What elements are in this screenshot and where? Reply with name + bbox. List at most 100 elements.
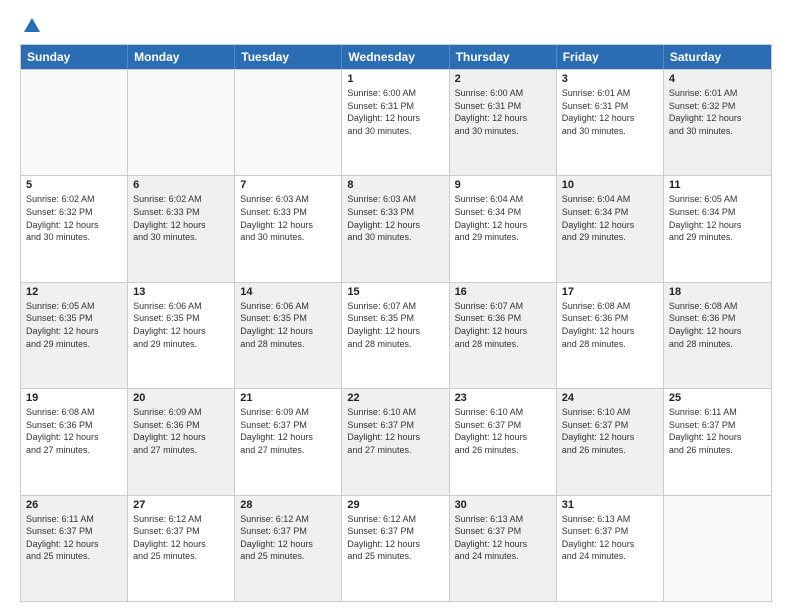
day-cell-24: 24 Sunrise: 6:10 AM Sunset: 6:37 PM Dayli… [557, 389, 664, 494]
day-cell-19: 19 Sunrise: 6:08 AM Sunset: 6:36 PM Dayli… [21, 389, 128, 494]
day-number: 27 [133, 499, 229, 511]
day-cell-14: 14 Sunrise: 6:06 AM Sunset: 6:35 PM Dayli… [235, 283, 342, 388]
day-cell-empty [664, 496, 771, 601]
day-number: 8 [347, 179, 443, 191]
day-info: Sunrise: 6:06 AM Sunset: 6:35 PM Dayligh… [133, 300, 229, 350]
logo-icon [22, 16, 42, 36]
day-info: Sunrise: 6:02 AM Sunset: 6:33 PM Dayligh… [133, 193, 229, 243]
day-cell-22: 22Sunrise: 6:10 AM Sunset: 6:37 PM Dayli… [342, 389, 449, 494]
day-number: 24 [562, 392, 658, 404]
day-cell-13: 13Sunrise: 6:06 AM Sunset: 6:35 PM Dayli… [128, 283, 235, 388]
calendar-body: 1 Sunrise: 6:00 AM Sunset: 6:31 PM Daylig… [21, 69, 771, 601]
day-cell-27: 27 Sunrise: 6:12 AM Sunset: 6:37 PM Dayli… [128, 496, 235, 601]
day-number: 30 [455, 499, 551, 511]
day-info: Sunrise: 6:12 AM Sunset: 6:37 PM Dayligh… [347, 513, 443, 563]
day-cell-9: 9 Sunrise: 6:04 AM Sunset: 6:34 PM Daylig… [450, 176, 557, 281]
day-info: Sunrise: 6:01 AM Sunset: 6:31 PM Dayligh… [562, 87, 658, 137]
day-number: 23 [455, 392, 551, 404]
day-cell-31: 31 Sunrise: 6:13 AM Sunset: 6:37 PM Dayli… [557, 496, 664, 601]
day-number: 28 [240, 499, 336, 511]
day-cell-29: 29 Sunrise: 6:12 AM Sunset: 6:37 PM Dayli… [342, 496, 449, 601]
header [20, 16, 772, 36]
day-info: Sunrise: 6:03 AM Sunset: 6:33 PM Dayligh… [240, 193, 336, 243]
day-cell-30: 30 Sunrise: 6:13 AM Sunset: 6:37 PM Dayli… [450, 496, 557, 601]
day-number: 14 [240, 286, 336, 298]
day-cell-26: 26Sunrise: 6:11 AM Sunset: 6:37 PM Dayli… [21, 496, 128, 601]
header-day-friday: Friday [557, 45, 664, 69]
day-cell-8: 8 Sunrise: 6:03 AM Sunset: 6:33 PM Daylig… [342, 176, 449, 281]
day-number: 12 [26, 286, 122, 298]
day-cell-17: 17 Sunrise: 6:08 AM Sunset: 6:36 PM Dayli… [557, 283, 664, 388]
day-cell-12: 12 Sunrise: 6:05 AM Sunset: 6:35 PM Dayli… [21, 283, 128, 388]
day-info: Sunrise: 6:10 AM Sunset: 6:37 PM Dayligh… [455, 406, 551, 456]
day-info: Sunrise: 6:13 AM Sunset: 6:37 PM Dayligh… [562, 513, 658, 563]
day-number: 26 [26, 499, 122, 511]
header-day-saturday: Saturday [664, 45, 771, 69]
header-day-monday: Monday [128, 45, 235, 69]
day-cell-18: 18Sunrise: 6:08 AM Sunset: 6:36 PM Dayli… [664, 283, 771, 388]
day-number: 2 [455, 73, 551, 85]
day-number: 15 [347, 286, 443, 298]
logo-text [20, 16, 42, 36]
day-cell-2: 2 Sunrise: 6:00 AM Sunset: 6:31 PM Daylig… [450, 70, 557, 175]
calendar-row-1: 5 Sunrise: 6:02 AM Sunset: 6:32 PM Daylig… [21, 175, 771, 281]
day-number: 3 [562, 73, 658, 85]
day-info: Sunrise: 6:04 AM Sunset: 6:34 PM Dayligh… [455, 193, 551, 243]
day-info: Sunrise: 6:07 AM Sunset: 6:36 PM Dayligh… [455, 300, 551, 350]
calendar-header: SundayMondayTuesdayWednesdayThursdayFrid… [21, 45, 771, 69]
day-number: 25 [669, 392, 766, 404]
day-cell-11: 11Sunrise: 6:05 AM Sunset: 6:34 PM Dayli… [664, 176, 771, 281]
day-number: 16 [455, 286, 551, 298]
day-info: Sunrise: 6:06 AM Sunset: 6:35 PM Dayligh… [240, 300, 336, 350]
day-number: 19 [26, 392, 122, 404]
calendar-row-4: 26Sunrise: 6:11 AM Sunset: 6:37 PM Dayli… [21, 495, 771, 601]
day-cell-23: 23 Sunrise: 6:10 AM Sunset: 6:37 PM Dayli… [450, 389, 557, 494]
day-info: Sunrise: 6:12 AM Sunset: 6:37 PM Dayligh… [240, 513, 336, 563]
day-cell-empty [128, 70, 235, 175]
day-cell-15: 15 Sunrise: 6:07 AM Sunset: 6:35 PM Dayli… [342, 283, 449, 388]
day-cell-4: 4 Sunrise: 6:01 AM Sunset: 6:32 PM Daylig… [664, 70, 771, 175]
day-cell-25: 25 Sunrise: 6:11 AM Sunset: 6:37 PM Dayli… [664, 389, 771, 494]
day-info: Sunrise: 6:05 AM Sunset: 6:35 PM Dayligh… [26, 300, 122, 350]
header-day-thursday: Thursday [450, 45, 557, 69]
header-day-tuesday: Tuesday [235, 45, 342, 69]
day-info: Sunrise: 6:03 AM Sunset: 6:33 PM Dayligh… [347, 193, 443, 243]
day-number: 17 [562, 286, 658, 298]
calendar: SundayMondayTuesdayWednesdayThursdayFrid… [20, 44, 772, 602]
day-info: Sunrise: 6:08 AM Sunset: 6:36 PM Dayligh… [26, 406, 122, 456]
day-cell-empty [21, 70, 128, 175]
day-number: 9 [455, 179, 551, 191]
day-info: Sunrise: 6:04 AM Sunset: 6:34 PM Dayligh… [562, 193, 658, 243]
day-info: Sunrise: 6:12 AM Sunset: 6:37 PM Dayligh… [133, 513, 229, 563]
day-cell-21: 21Sunrise: 6:09 AM Sunset: 6:37 PM Dayli… [235, 389, 342, 494]
day-number: 20 [133, 392, 229, 404]
day-info: Sunrise: 6:10 AM Sunset: 6:37 PM Dayligh… [562, 406, 658, 456]
day-info: Sunrise: 6:00 AM Sunset: 6:31 PM Dayligh… [455, 87, 551, 137]
day-info: Sunrise: 6:07 AM Sunset: 6:35 PM Dayligh… [347, 300, 443, 350]
day-number: 29 [347, 499, 443, 511]
day-number: 4 [669, 73, 766, 85]
day-number: 31 [562, 499, 658, 511]
day-cell-5: 5 Sunrise: 6:02 AM Sunset: 6:32 PM Daylig… [21, 176, 128, 281]
header-day-wednesday: Wednesday [342, 45, 449, 69]
day-number: 6 [133, 179, 229, 191]
day-info: Sunrise: 6:02 AM Sunset: 6:32 PM Dayligh… [26, 193, 122, 243]
day-number: 5 [26, 179, 122, 191]
day-info: Sunrise: 6:13 AM Sunset: 6:37 PM Dayligh… [455, 513, 551, 563]
day-info: Sunrise: 6:01 AM Sunset: 6:32 PM Dayligh… [669, 87, 766, 137]
day-cell-20: 20Sunrise: 6:09 AM Sunset: 6:36 PM Dayli… [128, 389, 235, 494]
day-cell-3: 3 Sunrise: 6:01 AM Sunset: 6:31 PM Daylig… [557, 70, 664, 175]
day-info: Sunrise: 6:08 AM Sunset: 6:36 PM Dayligh… [562, 300, 658, 350]
day-cell-28: 28 Sunrise: 6:12 AM Sunset: 6:37 PM Dayli… [235, 496, 342, 601]
logo [20, 16, 42, 36]
header-day-sunday: Sunday [21, 45, 128, 69]
day-number: 1 [347, 73, 443, 85]
day-cell-10: 10Sunrise: 6:04 AM Sunset: 6:34 PM Dayli… [557, 176, 664, 281]
day-number: 11 [669, 179, 766, 191]
day-number: 18 [669, 286, 766, 298]
day-info: Sunrise: 6:10 AM Sunset: 6:37 PM Dayligh… [347, 406, 443, 456]
day-info: Sunrise: 6:11 AM Sunset: 6:37 PM Dayligh… [669, 406, 766, 456]
day-cell-6: 6 Sunrise: 6:02 AM Sunset: 6:33 PM Daylig… [128, 176, 235, 281]
day-number: 7 [240, 179, 336, 191]
calendar-row-2: 12 Sunrise: 6:05 AM Sunset: 6:35 PM Dayli… [21, 282, 771, 388]
